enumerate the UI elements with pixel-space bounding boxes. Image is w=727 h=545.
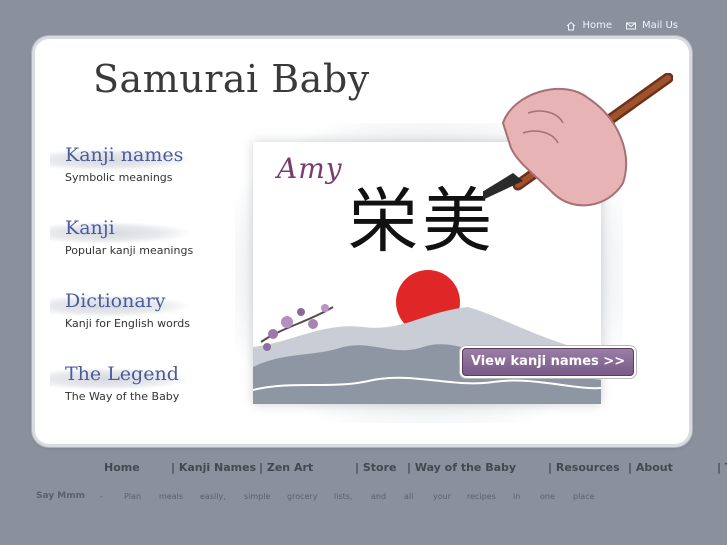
promo-word: lists,	[334, 492, 353, 501]
feature-kanji: 栄美	[348, 180, 496, 262]
promo-label[interactable]: Say Mmm	[36, 491, 85, 501]
promo-word: all	[404, 492, 414, 501]
menu-item-subtitle: Symbolic meanings	[65, 171, 173, 184]
mail-icon	[625, 22, 636, 29]
bottom-nav: Home | Kanji Names | Zen Art | Store | W…	[0, 461, 727, 475]
bottom-nav-store[interactable]: | Store	[355, 461, 396, 474]
top-nav: Home Mail Us	[566, 20, 678, 31]
menu-item-subtitle: The Way of the Baby	[65, 390, 180, 403]
promo-word: grocery	[287, 492, 318, 501]
menu-item-title[interactable]: Kanji	[50, 216, 210, 240]
promo-word: place	[573, 492, 595, 501]
brush-hand-icon	[483, 73, 673, 207]
menu-item-kanji-names[interactable]: Kanji names Symbolic meanings	[50, 143, 210, 184]
view-kanji-names-button[interactable]: View kanji names >>	[462, 348, 634, 376]
promo-word: your	[433, 492, 451, 501]
menu-item-title[interactable]: The Legend	[50, 362, 210, 386]
menu-item-title[interactable]: Dictionary	[50, 289, 210, 313]
promo-word: Plan	[124, 492, 142, 501]
bottom-nav-way-of-the-baby[interactable]: | Way of the Baby	[407, 461, 516, 474]
bottom-nav-about[interactable]: | About	[628, 461, 673, 474]
top-nav-mail-label: Mail Us	[641, 20, 678, 31]
menu-item-subtitle: Popular kanji meanings	[65, 244, 194, 257]
promo-word: easily,	[200, 492, 226, 501]
top-nav-home-link[interactable]: Home	[566, 20, 612, 31]
menu-item-kanji[interactable]: Kanji Popular kanji meanings	[50, 216, 210, 257]
menu-item-legend[interactable]: The Legend The Way of the Baby	[50, 362, 210, 403]
site-title[interactable]: Samurai Baby	[93, 57, 370, 101]
main-panel: Samurai Baby Kanji names Symbolic meanin…	[35, 39, 689, 444]
home-icon	[567, 21, 576, 30]
promo-dash: -	[100, 492, 103, 501]
promo-word: and	[371, 492, 387, 501]
bottom-nav-resources[interactable]: | Resources	[548, 461, 620, 474]
promo-word: recipes	[467, 492, 496, 501]
top-nav-mail-link[interactable]: Mail Us	[625, 20, 678, 31]
bottom-nav-truncated[interactable]: | T	[717, 461, 727, 474]
menu-item-dictionary[interactable]: Dictionary Kanji for English words	[50, 289, 210, 330]
feature-name: Amy	[277, 152, 343, 185]
promo-word: one	[540, 492, 555, 501]
bottom-nav-zen-art[interactable]: | Zen Art	[259, 461, 313, 474]
promo-word: simple	[244, 492, 271, 501]
menu-item-title[interactable]: Kanji names	[50, 143, 210, 167]
promo-word: meals	[159, 492, 184, 501]
bottom-nav-kanji-names[interactable]: | Kanji Names	[171, 461, 256, 474]
menu-item-subtitle: Kanji for English words	[65, 317, 190, 330]
top-nav-home-label: Home	[582, 20, 612, 31]
bottom-nav-home[interactable]: Home	[104, 461, 140, 474]
promo-word: in	[513, 492, 521, 501]
